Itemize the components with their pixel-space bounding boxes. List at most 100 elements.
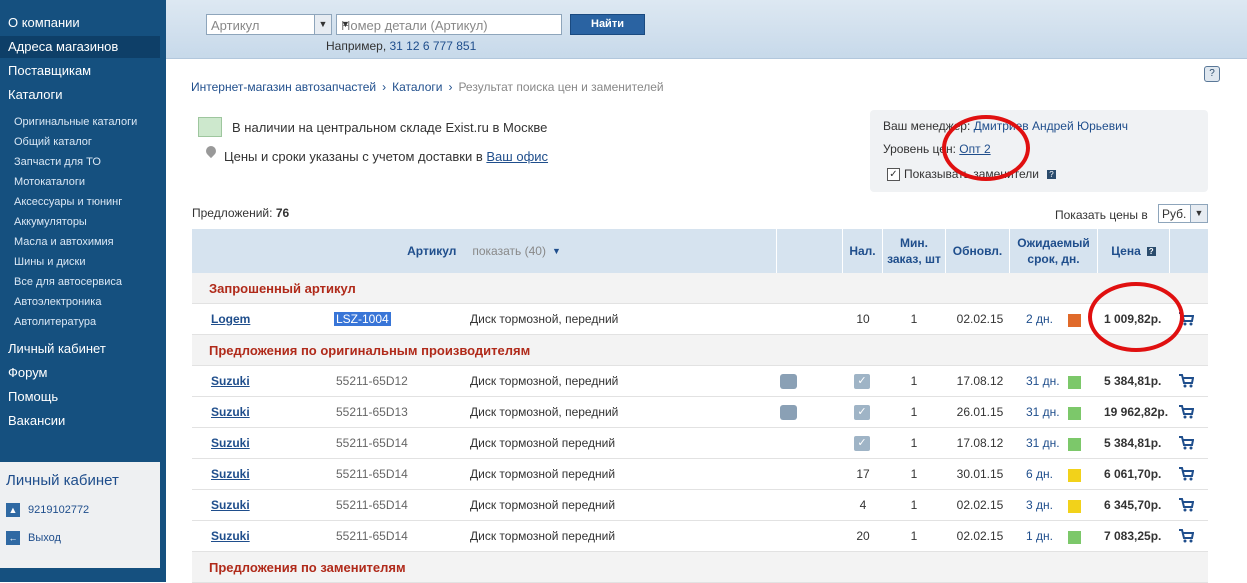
article-number: LSZ-1004 <box>334 312 391 326</box>
check-icon: ✓ <box>854 436 870 451</box>
nav-sub-tires[interactable]: Шины и диски <box>14 254 85 270</box>
car-icon <box>780 405 797 420</box>
office-link[interactable]: Ваш офис <box>486 149 548 164</box>
section-title: Предложения по оригинальным производител… <box>209 343 531 358</box>
breadcrumb-catalogs[interactable]: Каталоги <box>392 80 442 94</box>
brand-link[interactable]: Logem <box>211 312 250 326</box>
nav-catalogs[interactable]: Каталоги <box>0 84 160 106</box>
availability-value: 10 <box>856 312 870 326</box>
updated-date: 30.01.15 <box>956 467 1004 481</box>
article-number: 55211-65D14 <box>336 529 408 543</box>
help-icon[interactable]: ? <box>1146 246 1156 256</box>
nav-sub-batteries[interactable]: Аккумуляторы <box>14 214 87 230</box>
header-price[interactable]: Цена ? <box>1097 229 1169 273</box>
nav-cabinet[interactable]: Личный кабинет <box>0 338 160 360</box>
search-type-select[interactable]: Артикул ▼ <box>206 14 332 35</box>
logout-label: Выход <box>28 532 61 544</box>
nav-about[interactable]: О компании <box>0 12 160 34</box>
header-updated[interactable]: Обновл. <box>945 229 1009 273</box>
article-number: 55211-65D12 <box>336 374 408 388</box>
nav-vacancies[interactable]: Вакансии <box>0 410 160 432</box>
dropdown-arrow-icon[interactable]: ▼ <box>341 19 553 29</box>
cart-icon[interactable] <box>1178 374 1195 388</box>
brand-link[interactable]: Suzuki <box>211 436 250 450</box>
nav-help[interactable]: Помощь <box>0 386 160 408</box>
cart-icon[interactable] <box>1178 529 1195 543</box>
brand-link[interactable]: Suzuki <box>211 374 250 388</box>
nav-sub-electronics[interactable]: Автоэлектроника <box>14 294 101 310</box>
currency-select[interactable]: Руб. ▼ <box>1158 204 1208 223</box>
chevron-down-icon[interactable]: ▼ <box>1190 205 1207 222</box>
manager-box: Ваш менеджер: Дмитриев Андрей Юрьевич Ур… <box>870 110 1208 192</box>
logout-link[interactable]: ← Выход <box>6 530 61 546</box>
availability-value: 17 <box>856 467 870 481</box>
price-value: 7 083,25р. <box>1104 529 1162 543</box>
delivery-legend: Цены и сроки указаны с учетом доставки в… <box>224 149 548 164</box>
chevron-down-icon[interactable]: ▼ <box>314 15 331 34</box>
expected-days: 31 дн. <box>1026 405 1060 419</box>
brand-link[interactable]: Suzuki <box>211 467 250 481</box>
part-description: Диск тормозной, передний <box>470 405 619 419</box>
header-expected[interactable]: Ожидаемый срок, дн. <box>1009 229 1097 273</box>
expected-days: 31 дн. <box>1026 436 1060 450</box>
offers-number: 76 <box>275 206 290 220</box>
nav-suppliers[interactable]: Поставщикам <box>0 60 160 82</box>
search-input[interactable]: Номер детали (Артикул) ▼ <box>336 14 562 35</box>
chevron-down-icon[interactable]: ▼ <box>552 243 561 259</box>
cart-icon[interactable] <box>1178 405 1195 419</box>
example-link[interactable]: 31 12 6 777 851 <box>390 39 477 53</box>
nav-sub-service[interactable]: Все для автосервиса <box>14 274 122 290</box>
nav-sub-maintenance-parts[interactable]: Запчасти для ТО <box>14 154 101 170</box>
article-number: 55211-65D14 <box>336 498 408 512</box>
part-description: Диск тормозной передний <box>470 529 616 543</box>
cart-icon[interactable] <box>1178 467 1195 481</box>
header-price-label: Цена <box>1111 244 1141 258</box>
nav-sub-original-catalogs[interactable]: Оригинальные каталоги <box>14 114 137 130</box>
table-row: Suzuki 55211-65D13 Диск тормозной, передни… <box>192 397 1208 428</box>
table-row: Logem LSZ-1004 Диск тормозной, передний 10 1… <box>192 304 1208 335</box>
show-substitutes-toggle[interactable]: ✓ Показывать заменители ? <box>887 167 1056 181</box>
header-cart <box>1169 229 1208 273</box>
currency-value: Руб. <box>1162 207 1187 221</box>
account-link[interactable]: ▲ 9219102772 <box>6 502 89 518</box>
search-button[interactable]: Найти <box>570 14 645 35</box>
manager-name-link[interactable]: Дмитриев Андрей Юрьевич <box>974 119 1128 133</box>
manager-label: Ваш менеджер: <box>883 119 971 133</box>
price-value: 5 384,81р. <box>1104 436 1162 450</box>
min-order-value: 1 <box>910 374 918 388</box>
show-substitutes-checkbox[interactable]: ✓ <box>887 167 900 181</box>
brand-link[interactable]: Suzuki <box>211 498 250 512</box>
show-substitutes-label: Показывать заменители <box>904 167 1039 181</box>
cart-icon[interactable] <box>1178 498 1195 512</box>
breadcrumb-shop[interactable]: Интернет-магазин автозапчастей <box>191 80 376 94</box>
help-icon[interactable]: ? <box>1046 169 1056 179</box>
nav-sub-oils[interactable]: Масла и автохимия <box>14 234 114 250</box>
account-number: 9219102772 <box>28 504 90 516</box>
price-level-link[interactable]: Опт 2 <box>959 142 990 156</box>
nav-forum[interactable]: Форум <box>0 362 160 384</box>
check-icon: ✓ <box>854 374 870 389</box>
header-article: Артикул показать (40) ▼ <box>192 229 776 273</box>
header-min-order[interactable]: Мин. заказ, шт <box>882 229 945 273</box>
show-all-link[interactable]: показать (40) <box>472 243 546 259</box>
cart-icon[interactable] <box>1178 436 1195 450</box>
search-example: Например, 31 12 6 777 851 <box>326 39 476 53</box>
cart-icon[interactable] <box>1178 312 1195 326</box>
help-icon[interactable]: ? <box>1204 66 1220 82</box>
brand-link[interactable]: Suzuki <box>211 405 250 419</box>
nav-sub-general-catalog[interactable]: Общий каталог <box>14 134 92 150</box>
brand-link[interactable]: Suzuki <box>211 529 250 543</box>
article-number: 55211-65D13 <box>336 405 408 419</box>
nav-sub-accessories[interactable]: Аксессуары и тюнинг <box>14 194 122 210</box>
check-icon: ✓ <box>854 405 870 420</box>
header-article-label[interactable]: Артикул <box>407 243 456 259</box>
min-order-value: 1 <box>910 312 918 326</box>
header-availability[interactable]: Нал. <box>842 229 882 273</box>
min-order-value: 1 <box>910 498 918 512</box>
nav-stores[interactable]: Адреса магазинов <box>0 36 160 58</box>
section-original: Предложения по оригинальным производител… <box>192 335 1208 366</box>
nav-sub-moto-catalogs[interactable]: Мотокаталоги <box>14 174 85 190</box>
search-header: Артикул ▼ Номер детали (Артикул) ▼ Найти… <box>166 0 1247 59</box>
availability-value: 4 <box>859 498 867 512</box>
nav-sub-literature[interactable]: Автолитература <box>14 314 96 330</box>
